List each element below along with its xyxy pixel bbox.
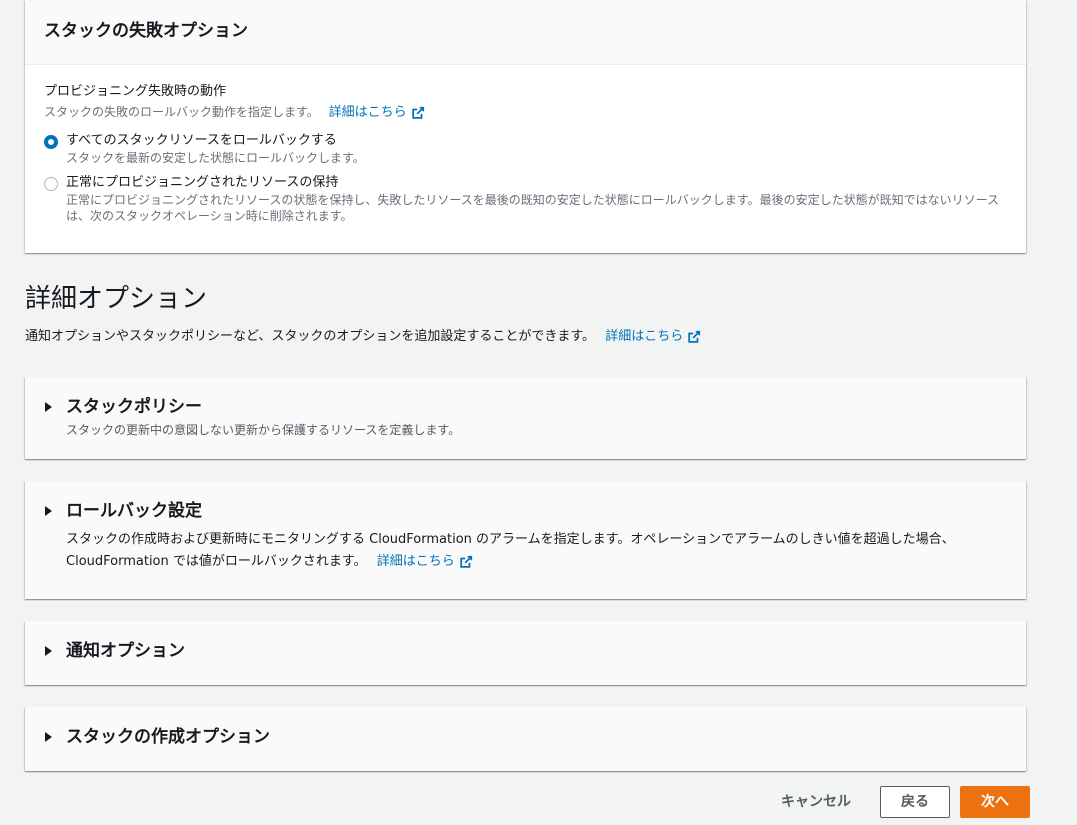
wizard-footer: キャンセル 戻る 次へ — [769, 786, 1030, 818]
stack-policy-toggle[interactable]: スタックポリシー — [25, 377, 1026, 418]
external-link-icon — [411, 106, 424, 119]
notification-options-section: 通知オプション — [25, 621, 1026, 685]
radio-label: 正常にプロビジョニングされたリソースの保持 — [66, 175, 339, 190]
notification-options-toggle[interactable]: 通知オプション — [25, 621, 1026, 662]
panel-header: スタックの失敗オプション — [25, 0, 1026, 65]
section-title: 通知オプション — [66, 641, 185, 661]
learn-more-link[interactable]: 詳細はこちら — [377, 551, 473, 573]
learn-more-link[interactable]: 詳細はこちら — [329, 104, 425, 122]
radio-option-preserve-resources[interactable]: 正常にプロビジョニングされたリソースの保持 正常にプロビジョニングされたリソース… — [44, 174, 1007, 224]
rollback-configuration-toggle[interactable]: ロールバック設定 — [25, 481, 1026, 522]
stack-creation-options-toggle[interactable]: スタックの作成オプション — [25, 707, 1026, 748]
radio-description: スタックを最新の安定した状態にロールバックします。 — [66, 151, 365, 165]
advanced-options-description: 通知オプションやスタックポリシーなど、スタックのオプションを追加設定することがで… — [25, 327, 701, 347]
section-title: ロールバック設定 — [66, 501, 202, 521]
cancel-button[interactable]: キャンセル — [769, 786, 863, 818]
advanced-options-title: 詳細オプション — [25, 284, 208, 314]
learn-more-label: 詳細はこちら — [376, 554, 455, 569]
panel-body: プロビジョニング失敗時の動作 スタックの失敗のロールバック動作を指定します。 詳… — [25, 65, 1026, 224]
rollback-configuration-section: ロールバック設定 スタックの作成時および更新時にモニタリングする CloudFo… — [25, 481, 1026, 599]
field-description: スタックの失敗のロールバック動作を指定します。 詳細はこちら — [44, 103, 1007, 122]
field-description-text: スタックの失敗のロールバック動作を指定します。 — [44, 105, 319, 119]
caret-right-icon — [45, 646, 52, 656]
caret-right-icon — [45, 506, 52, 516]
next-button[interactable]: 次へ — [960, 786, 1030, 818]
caret-right-icon — [45, 732, 52, 742]
radio-label: すべてのスタックリソースをロールバックする — [66, 133, 337, 148]
stack-failure-options-panel: スタックの失敗オプション プロビジョニング失敗時の動作 スタックの失敗のロールバ… — [25, 0, 1026, 253]
radio-text: 正常にプロビジョニングされたリソースの保持 正常にプロビジョニングされたリソース… — [66, 174, 1007, 224]
radio-button-selected[interactable] — [44, 135, 58, 149]
external-link-icon — [460, 555, 472, 568]
learn-more-label: 詳細はこちら — [328, 105, 407, 120]
stack-creation-options-section: スタックの作成オプション — [25, 707, 1026, 771]
radio-button-unselected[interactable] — [44, 177, 58, 191]
section-description: スタックの更新中の意図しない更新から保護するリソースを定義します。 — [66, 423, 461, 437]
field-label: プロビジョニング失敗時の動作 — [44, 84, 227, 99]
radio-description: 正常にプロビジョニングされたリソースの状態を保持し、失敗したリソースを最後の既知… — [66, 193, 1000, 223]
caret-right-icon — [45, 402, 52, 412]
learn-more-label: 詳細はこちら — [605, 329, 684, 344]
section-title: スタックポリシー — [66, 397, 202, 417]
radio-text: すべてのスタックリソースをロールバックする スタックを最新の安定した状態にロール… — [66, 132, 1007, 166]
learn-more-link[interactable]: 詳細はこちら — [605, 327, 701, 347]
panel-title: スタックの失敗オプション — [44, 21, 248, 41]
stack-policy-section: スタックポリシー スタックの更新中の意図しない更新から保護するリソースを定義しま… — [25, 377, 1026, 459]
advanced-options-description-text: 通知オプションやスタックポリシーなど、スタックのオプションを追加設定することがで… — [25, 329, 596, 344]
external-link-icon — [688, 330, 701, 343]
section-description-text: スタックの作成時および更新時にモニタリングする CloudFormation の… — [66, 532, 955, 569]
section-description: スタックの作成時および更新時にモニタリングする CloudFormation の… — [25, 529, 1026, 573]
back-button[interactable]: 戻る — [880, 786, 950, 818]
section-title: スタックの作成オプション — [66, 727, 270, 747]
radio-option-rollback-all[interactable]: すべてのスタックリソースをロールバックする スタックを最新の安定した状態にロール… — [44, 132, 1007, 166]
